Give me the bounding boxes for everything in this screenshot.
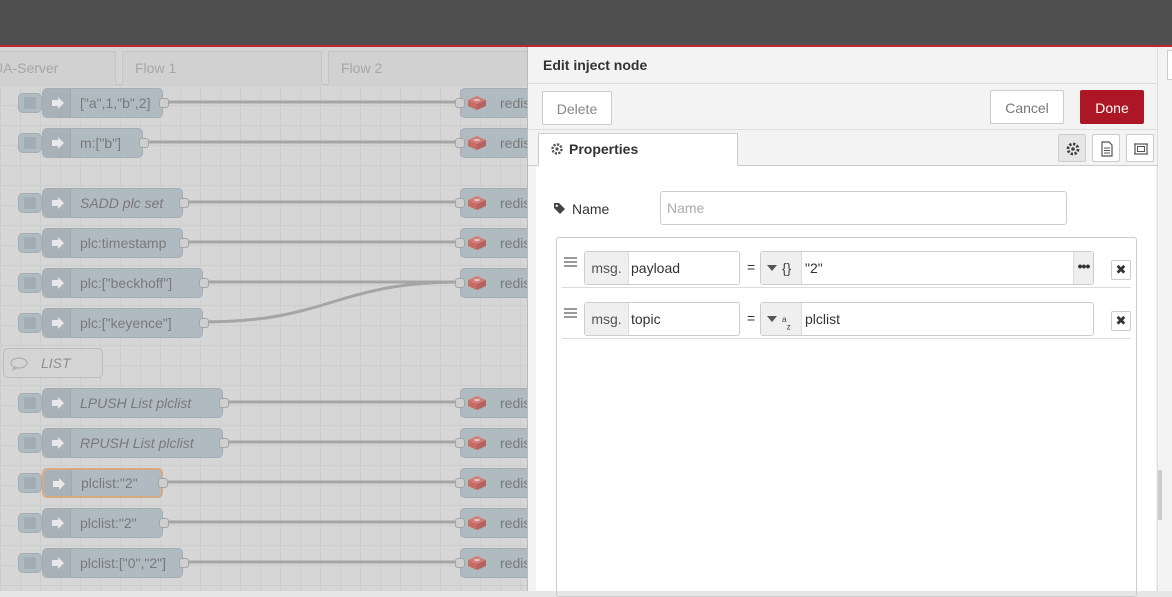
tab-properties[interactable]: Properties [538,133,738,166]
node-description-button[interactable] [1092,134,1120,162]
property-value-field[interactable]: az plclist [760,302,1094,336]
msg-prefix: msg. [585,252,629,284]
sidebar-resize-handle[interactable] [1158,470,1162,520]
type-select-button[interactable]: az [761,303,802,335]
app-header [0,0,1172,45]
tab-properties-label: Properties [569,141,639,157]
property-list: msg. payload = {} "2" ••• ✖ msg. topic =… [556,237,1137,597]
name-input[interactable] [660,191,1067,225]
drag-handle-icon[interactable] [564,308,577,318]
drag-handle-icon[interactable] [564,257,577,267]
msg-prefix: msg. [585,303,629,335]
property-name-value: topic [631,311,661,327]
remove-row-button[interactable]: ✖ [1111,260,1131,280]
modal-shade [0,47,530,591]
done-button[interactable]: Done [1080,90,1144,124]
delete-button[interactable]: Delete [542,91,612,125]
property-row: msg. payload = {} "2" ••• ✖ [562,238,1131,288]
type-select-button[interactable]: {} [761,252,802,284]
json-type-icon: {} [782,260,792,276]
caret-down-icon [767,265,777,271]
tray-title: Edit inject node [543,57,648,73]
property-value: plclist [805,311,841,327]
tray-tabs: Properties [528,130,1158,166]
sidebar-tab[interactable] [1167,50,1172,80]
property-value: "2" [805,260,823,276]
string-type-icon: az [782,314,791,332]
tray-header: Edit inject node [528,47,1158,84]
equals-sign: = [747,310,756,326]
equals-sign: = [747,259,756,275]
property-name-field[interactable]: msg. payload [584,251,740,285]
gear-icon [551,143,563,155]
tray-body: Name msg. payload = {} "2" ••• [536,166,1156,597]
property-value-field[interactable]: {} "2" ••• [760,251,1094,285]
name-field-label: Name [554,201,609,217]
property-name-field[interactable]: msg. topic [584,302,740,336]
tray-toolbar: Delete Cancel Done [528,84,1158,130]
caret-down-icon [767,316,777,322]
cancel-button[interactable]: Cancel [990,90,1064,124]
node-properties-button[interactable] [1058,134,1086,162]
appearance-icon [1134,143,1148,155]
gear-icon [1066,142,1080,156]
document-icon [1101,141,1113,157]
expand-editor-button[interactable]: ••• [1073,252,1093,284]
node-appearance-button[interactable] [1126,134,1154,162]
tag-icon [554,203,565,214]
property-row: msg. topic = az plclist ✖ [562,289,1131,339]
edit-tray: Edit inject node Delete Cancel Done Prop… [527,47,1158,597]
property-name-value: payload [631,260,681,276]
remove-row-button[interactable]: ✖ [1111,311,1131,331]
